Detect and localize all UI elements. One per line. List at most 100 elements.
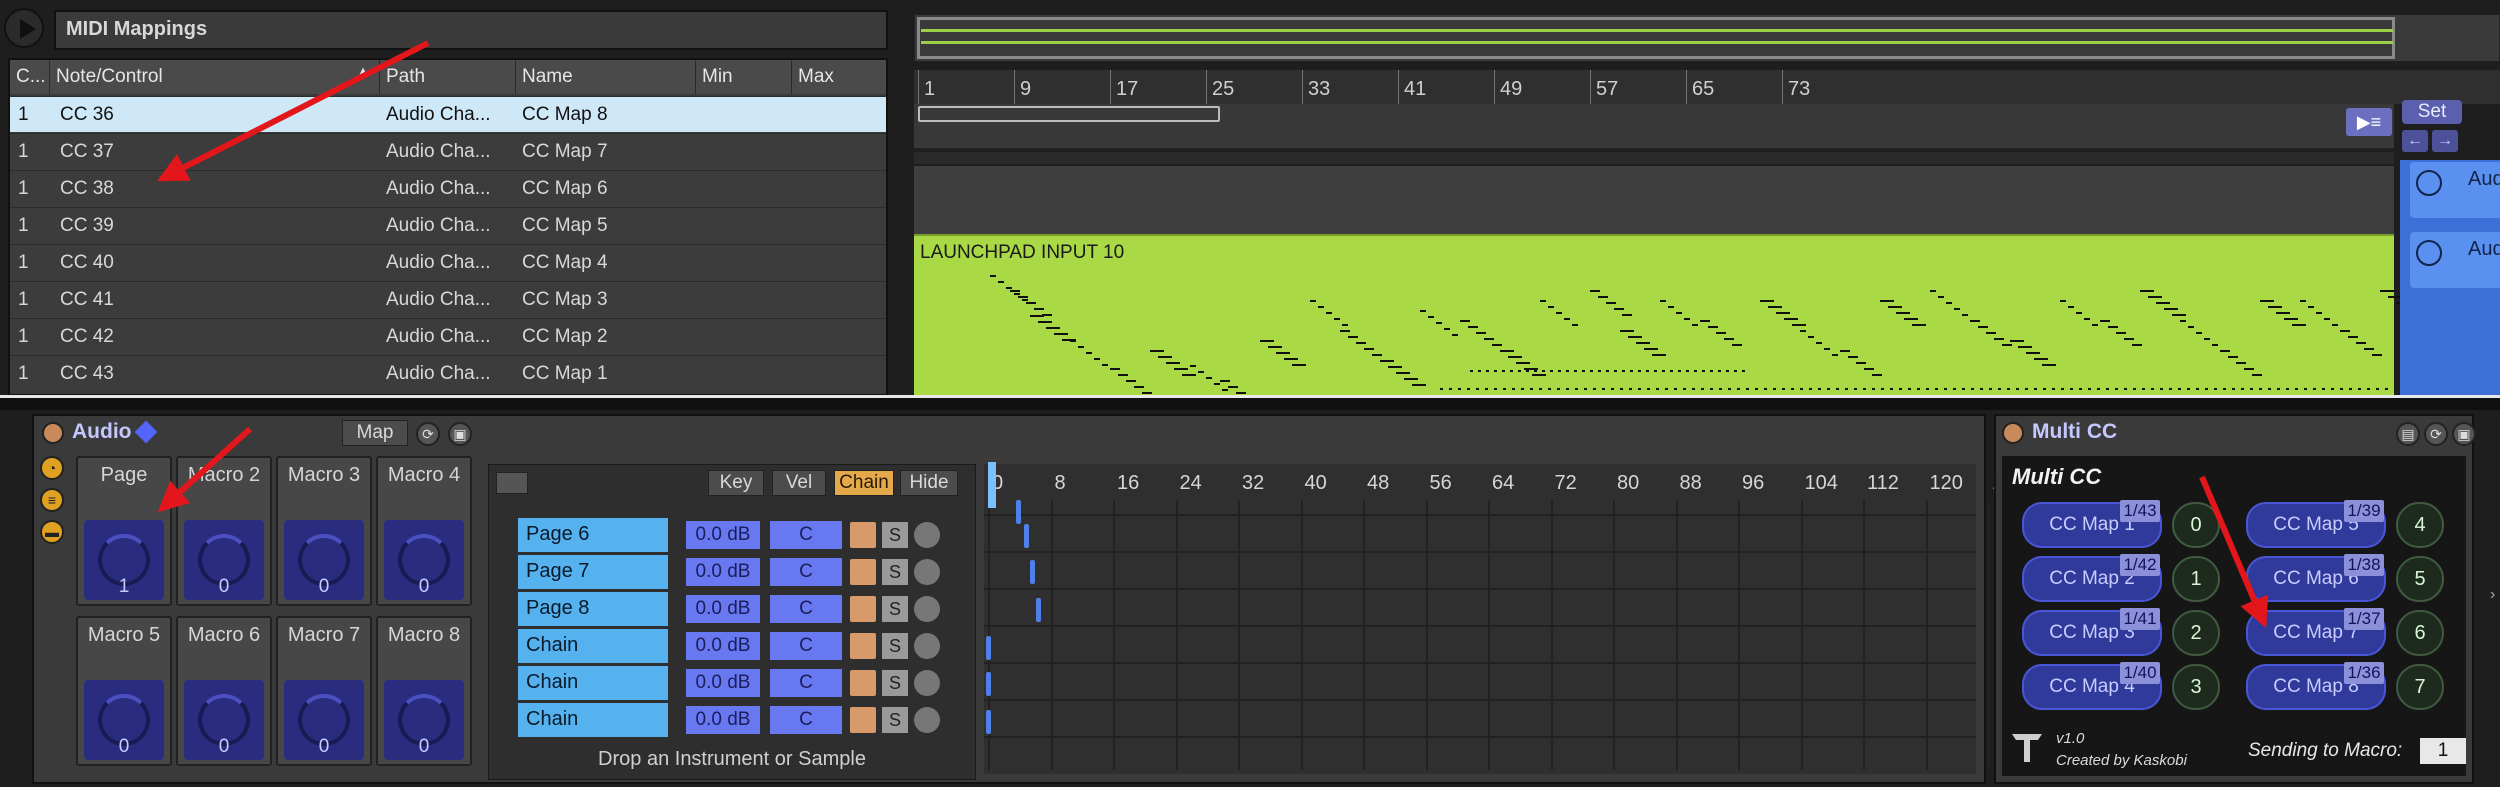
midi-note[interactable]: [1746, 388, 1749, 390]
midi-note[interactable]: [2172, 314, 2186, 316]
midi-note[interactable]: [1502, 370, 1505, 372]
midi-note[interactable]: [1026, 302, 1036, 304]
midi-note[interactable]: [990, 275, 996, 277]
chain-activator-speaker-icon[interactable]: [850, 670, 876, 696]
midi-note[interactable]: [2223, 388, 2226, 390]
midi-note[interactable]: [2124, 388, 2127, 390]
midi-note[interactable]: [2232, 388, 2235, 390]
midi-note[interactable]: [1593, 388, 1596, 390]
midi-note[interactable]: [1953, 388, 1956, 390]
midi-note[interactable]: [2308, 306, 2314, 308]
midi-note[interactable]: [1590, 370, 1593, 372]
midi-note[interactable]: [1046, 327, 1060, 329]
midi-note[interactable]: [1388, 366, 1402, 368]
midi-note[interactable]: [1348, 336, 1358, 338]
chain-volume[interactable]: 0.0 dB: [686, 669, 760, 697]
midi-note[interactable]: [1710, 388, 1713, 390]
chain-name[interactable]: Page 6: [518, 518, 668, 552]
chain-name[interactable]: Chain: [518, 629, 668, 663]
midi-note[interactable]: [2116, 332, 2126, 334]
midi-note[interactable]: [2205, 388, 2208, 390]
chain-zone-bar[interactable]: [1036, 598, 1041, 622]
midi-note[interactable]: [2332, 324, 2338, 326]
midi-note[interactable]: [1468, 326, 1478, 328]
chain-pan[interactable]: C: [770, 669, 842, 697]
midi-note[interactable]: [1782, 388, 1785, 390]
midi-note[interactable]: [1342, 324, 1348, 326]
midi-note[interactable]: [1018, 296, 1028, 298]
macro-number-button[interactable]: 2: [2172, 610, 2220, 656]
midi-note[interactable]: [1558, 370, 1561, 372]
device-unfold-icon[interactable]: ▤: [2396, 422, 2420, 446]
midi-note[interactable]: [1718, 370, 1721, 372]
midi-note[interactable]: [2068, 306, 2074, 308]
midi-note[interactable]: [1904, 318, 1918, 320]
midi-note[interactable]: [1644, 348, 1658, 350]
midi-note[interactable]: [1890, 388, 1893, 390]
previous-locator-icon[interactable]: ←: [2402, 130, 2428, 152]
midi-note[interactable]: [1628, 336, 1642, 338]
chain-zone-bar[interactable]: [986, 710, 991, 734]
midi-note[interactable]: [1660, 300, 1666, 302]
midi-note[interactable]: [1845, 388, 1848, 390]
midi-note[interactable]: [1542, 370, 1545, 372]
midi-note[interactable]: [1686, 370, 1689, 372]
midi-note[interactable]: [2196, 332, 2202, 334]
chain-solo-button[interactable]: S: [882, 707, 908, 733]
midi-note[interactable]: [2187, 388, 2190, 390]
midi-note[interactable]: [2025, 388, 2028, 390]
midi-note[interactable]: [1532, 374, 1546, 376]
midi-note[interactable]: [1732, 344, 1742, 346]
midi-note[interactable]: [1404, 378, 1418, 380]
midi-note[interactable]: [1584, 388, 1587, 390]
midi-note[interactable]: [1944, 388, 1947, 390]
midi-note[interactable]: [1662, 370, 1665, 372]
midi-note[interactable]: [2018, 346, 2032, 348]
midi-note[interactable]: [1126, 380, 1136, 382]
midi-note[interactable]: [1260, 340, 1274, 342]
midi-note[interactable]: [1006, 287, 1012, 289]
set-locator-button[interactable]: Set: [2402, 100, 2462, 124]
chain-zone-bar[interactable]: [1016, 500, 1021, 524]
midi-note[interactable]: [1440, 388, 1443, 390]
macro-number-button[interactable]: 3: [2172, 664, 2220, 710]
midi-note[interactable]: [1755, 388, 1758, 390]
midi-note[interactable]: [1827, 388, 1830, 390]
column-header-path[interactable]: Path: [380, 60, 516, 94]
chain-solo-button[interactable]: S: [882, 559, 908, 585]
midi-note[interactable]: [2364, 348, 2374, 350]
midi-note[interactable]: [1268, 346, 1282, 348]
midi-note[interactable]: [1174, 368, 1188, 370]
chain-activator-speaker-icon[interactable]: [850, 596, 876, 622]
midi-note[interactable]: [1276, 352, 1290, 354]
midi-note[interactable]: [1962, 314, 1968, 316]
midi-note[interactable]: [1824, 348, 1830, 350]
midi-note[interactable]: [1880, 300, 1894, 302]
sending-to-macro-value[interactable]: 1: [2420, 738, 2466, 764]
chain-volume[interactable]: 0.0 dB: [686, 632, 760, 660]
midi-note[interactable]: [2140, 290, 2154, 292]
midi-note[interactable]: [2180, 320, 2186, 322]
midi-note[interactable]: [1917, 388, 1920, 390]
column-header-max[interactable]: Max: [792, 60, 886, 94]
midi-note[interactable]: [1836, 388, 1839, 390]
midi-note[interactable]: [1926, 388, 1929, 390]
macro-number-button[interactable]: 7: [2396, 664, 2444, 710]
chain-name[interactable]: Chain: [518, 666, 668, 700]
midi-note[interactable]: [1726, 370, 1729, 372]
macro-number-button[interactable]: 4: [2396, 502, 2444, 548]
midi-note[interactable]: [2151, 388, 2154, 390]
midi-note[interactable]: [2214, 388, 2217, 390]
midi-note[interactable]: [2260, 300, 2274, 302]
midi-note[interactable]: [1598, 370, 1601, 372]
midi-note[interactable]: [1654, 370, 1657, 372]
chain-preview-headphone-icon[interactable]: [914, 633, 940, 659]
midi-note[interactable]: [1692, 388, 1695, 390]
chain-row[interactable]: Page 7 0.0 dB C S: [518, 555, 968, 589]
midi-note[interactable]: [1620, 330, 1634, 332]
midi-note[interactable]: [2076, 312, 2082, 314]
midi-note[interactable]: [1548, 388, 1551, 390]
chain-preview-headphone-icon[interactable]: [914, 522, 940, 548]
midi-note[interactable]: [1998, 388, 2001, 390]
midi-note[interactable]: [1719, 388, 1722, 390]
